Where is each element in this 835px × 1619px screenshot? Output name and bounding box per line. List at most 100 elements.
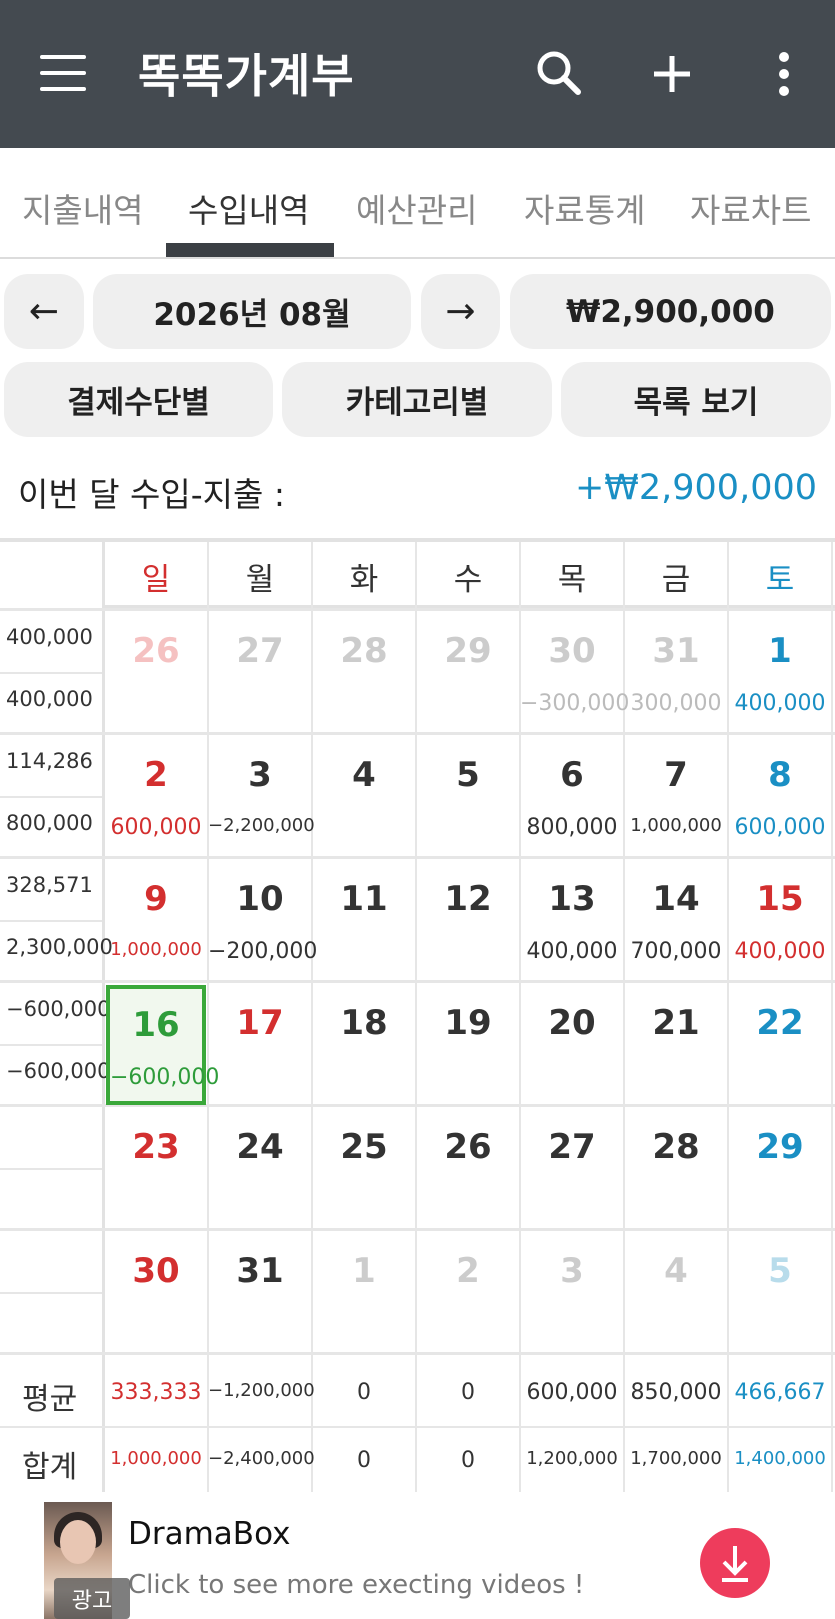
- calendar-day-cell[interactable]: 16 −600,000: [106, 985, 220, 1105]
- calendar-day-cell[interactable]: 5: [728, 1231, 832, 1355]
- list-view-button[interactable]: 목록 보기: [561, 362, 831, 437]
- day-amount: 1,000,000: [630, 815, 722, 836]
- month-total[interactable]: ₩2,900,000: [510, 274, 831, 349]
- day-number: 14: [652, 879, 700, 919]
- weekday-header: 일 월 화 수 목 금 토: [104, 542, 835, 608]
- calendar-day-cell[interactable]: 1: [312, 1231, 416, 1355]
- calendar-day-cell[interactable]: 17: [208, 983, 312, 1107]
- calendar-day-cell[interactable]: 27: [208, 611, 312, 735]
- calendar-day-cell[interactable]: 30 −300,000: [520, 611, 629, 735]
- calendar-day-cell[interactable]: 9 1,000,000: [104, 859, 208, 983]
- calendar-day-cell[interactable]: 29: [416, 611, 520, 735]
- average-value: −1,200,000: [208, 1380, 315, 1401]
- day-number: 31: [652, 631, 700, 671]
- day-number: 3: [248, 755, 272, 795]
- app-bar: 똑똑가계부: [0, 0, 835, 148]
- calendar-day-cell[interactable]: 19: [416, 983, 520, 1107]
- search-icon[interactable]: [530, 44, 590, 104]
- calendar-day-cell[interactable]: 23: [104, 1107, 208, 1231]
- calendar-day-cell[interactable]: 24: [208, 1107, 312, 1231]
- calendar-day-cell[interactable]: 30: [104, 1231, 208, 1355]
- week-total: 400,000: [6, 687, 93, 711]
- calendar-day-cell[interactable]: 25: [312, 1107, 416, 1231]
- day-number: 30: [132, 1251, 180, 1291]
- net-label: 이번 달 수입-지출 :: [18, 475, 286, 514]
- calendar-day-cell[interactable]: 28: [624, 1107, 728, 1231]
- next-month-button[interactable]: →: [421, 274, 500, 349]
- side-divider: [0, 1044, 102, 1046]
- day-number: 6: [560, 755, 584, 795]
- calendar-day-cell[interactable]: 3: [520, 1231, 624, 1355]
- day-number: 21: [652, 1003, 700, 1043]
- total-row: 합계 1,000,000 −2,400,000 0 0 1,200,000 1,…: [0, 1428, 835, 1494]
- total-label: 합계: [22, 1450, 78, 1485]
- tab-expense[interactable]: 지출내역: [22, 184, 143, 232]
- day-number: 27: [236, 631, 284, 671]
- calendar-day-cell[interactable]: 12: [416, 859, 520, 983]
- calendar-day-cell[interactable]: 18: [312, 983, 416, 1107]
- calendar-day-cell[interactable]: 11: [312, 859, 416, 983]
- calendar-day-cell[interactable]: 2: [416, 1231, 520, 1355]
- calendar-day-cell[interactable]: 26: [104, 611, 208, 735]
- tab-statistics[interactable]: 자료통계: [524, 184, 645, 232]
- calendar-day-cell[interactable]: 10 −200,000: [208, 859, 317, 983]
- calendar-day-cell[interactable]: 5: [416, 735, 520, 859]
- calendar-day-cell[interactable]: 15 400,000: [728, 859, 832, 983]
- week-average: −600,000: [6, 997, 111, 1021]
- calendar-day-cell[interactable]: 26: [416, 1107, 520, 1231]
- day-amount: 400,000: [526, 939, 618, 964]
- day-number: 22: [756, 1003, 804, 1043]
- weekday-tue: 화: [349, 562, 379, 598]
- calendar-day-cell[interactable]: 13 400,000: [520, 859, 624, 983]
- more-vert-icon[interactable]: [754, 44, 814, 104]
- calendar-day-cell[interactable]: 29: [728, 1107, 832, 1231]
- day-number: 28: [652, 1127, 700, 1167]
- calendar-day-cell[interactable]: 22: [728, 983, 832, 1107]
- calendar-day-cell[interactable]: 21: [624, 983, 728, 1107]
- side-divider: [0, 920, 102, 922]
- calendar-day-cell[interactable]: 6 800,000: [520, 735, 624, 859]
- calendar-day-cell[interactable]: 2 600,000: [104, 735, 208, 859]
- day-number: 5: [768, 1251, 792, 1291]
- calendar-day-cell[interactable]: 3 −2,200,000: [208, 735, 315, 859]
- day-amount: 600,000: [110, 815, 202, 840]
- total-value: 0: [357, 1448, 371, 1473]
- calendar-day-cell[interactable]: 1 400,000: [728, 611, 832, 735]
- by-category-button[interactable]: 카테고리별: [282, 362, 552, 437]
- day-amount: 600,000: [734, 815, 826, 840]
- day-number: 13: [548, 879, 596, 919]
- day-amount: 400,000: [734, 939, 826, 964]
- day-number: 16: [132, 1005, 180, 1045]
- ad-description[interactable]: Click to see more execting videos !: [128, 1570, 584, 1600]
- tab-chart[interactable]: 자료차트: [690, 184, 811, 232]
- calendar-day-cell[interactable]: 4: [312, 735, 416, 859]
- calendar-day-cell[interactable]: 31: [208, 1231, 312, 1355]
- side-divider: [0, 672, 102, 674]
- prev-month-button[interactable]: ←: [4, 274, 84, 349]
- tab-budget[interactable]: 예산관리: [356, 184, 477, 232]
- tab-income[interactable]: 수입내역: [188, 184, 309, 232]
- week-average: 328,571: [6, 873, 93, 897]
- weekday-fri: 금: [661, 562, 691, 598]
- average-value: 850,000: [630, 1380, 722, 1405]
- ad-title[interactable]: DramaBox: [128, 1516, 290, 1552]
- day-number: 2: [144, 755, 168, 795]
- month-selector[interactable]: 2026년 08월: [93, 274, 411, 349]
- calendar-day-cell[interactable]: 28: [312, 611, 416, 735]
- calendar-day-cell[interactable]: 8 600,000: [728, 735, 832, 859]
- by-payment-button[interactable]: 결제수단별: [4, 362, 273, 437]
- day-number: 3: [560, 1251, 584, 1291]
- calendar-day-cell[interactable]: 14 700,000: [624, 859, 728, 983]
- day-number: 10: [236, 879, 284, 919]
- download-icon[interactable]: [700, 1528, 770, 1598]
- plus-icon[interactable]: [642, 44, 702, 104]
- day-amount: −600,000: [110, 1065, 220, 1090]
- day-number: 11: [340, 879, 388, 919]
- menu-icon[interactable]: [40, 55, 86, 91]
- day-number: 19: [444, 1003, 492, 1043]
- calendar-day-cell[interactable]: 20: [520, 983, 624, 1107]
- calendar-day-cell[interactable]: 4: [624, 1231, 728, 1355]
- calendar-day-cell[interactable]: 31 300,000: [624, 611, 728, 735]
- calendar-day-cell[interactable]: 7 1,000,000: [624, 735, 728, 859]
- calendar-day-cell[interactable]: 27: [520, 1107, 624, 1231]
